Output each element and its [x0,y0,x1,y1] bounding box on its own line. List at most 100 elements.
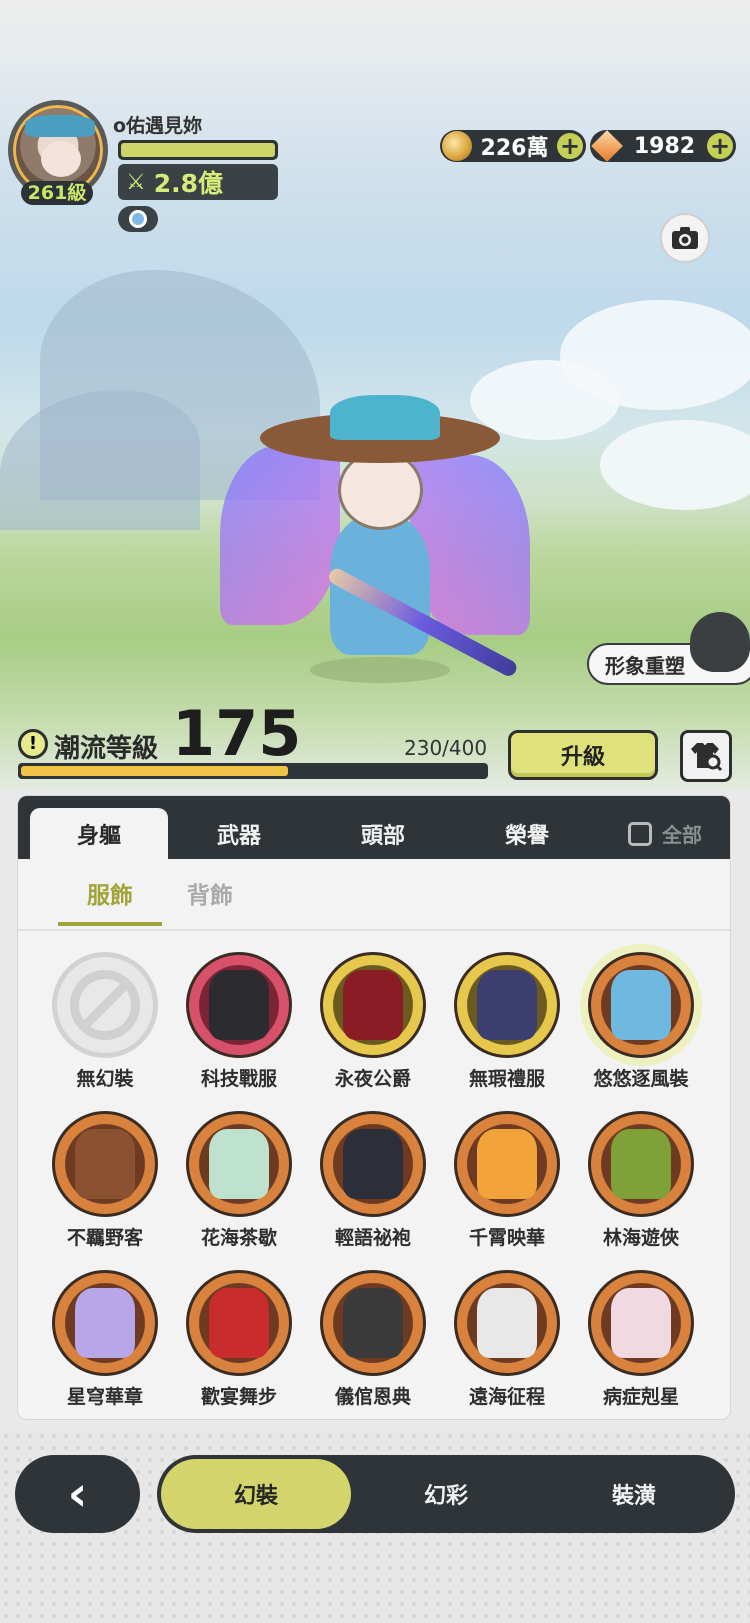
tab-honor[interactable]: 榮譽 [458,808,596,859]
outfit-icon-frame[interactable] [588,1111,694,1217]
back-button[interactable]: ‹ [15,1455,140,1533]
mode-tab-dye[interactable]: 幻彩 [351,1459,541,1529]
outfit-label: 林海遊俠 [602,1227,679,1249]
coin-currency: 226萬 + [440,130,586,162]
outfit-icon-frame[interactable] [588,1270,694,1376]
show-all-toggle[interactable]: 全部 [628,808,702,859]
subtab-divider [18,929,730,931]
outfit-icon [343,970,403,1040]
outfit-icon-frame[interactable] [454,1111,560,1217]
crossed-swords-icon: ⚔ [126,169,146,195]
player-level-badge: 261級 [21,181,93,205]
trend-level-label: 潮流等級 [54,734,159,764]
outfit-icon-frame[interactable] [186,1111,292,1217]
avatar-hat [25,115,95,137]
outfit-icon-frame[interactable] [588,952,694,1058]
mode-tab-outfit[interactable]: 幻裝 [161,1459,351,1529]
category-tabs: 身軀 武器 頭部 榮譽 全部 [18,796,730,859]
no-outfit-slot[interactable] [52,952,158,1058]
outfit-item[interactable]: 儀倌恩典 [306,1264,440,1414]
mountain-shape [0,390,200,530]
avatar-face [41,141,81,177]
show-all-label: 全部 [662,823,702,847]
character-hat-top [330,395,440,440]
outfit-item[interactable]: 千霄映華 [440,1105,574,1255]
combat-power: ⚔ 2.8億 [118,164,278,200]
trend-level-value: 175 [172,697,302,770]
cat-mascot[interactable] [690,612,750,672]
mode-switcher: 幻裝 幻彩 裝潢 [157,1455,735,1533]
alert-icon[interactable]: ! [18,729,48,759]
outfit-item[interactable]: 林海遊俠 [574,1105,708,1255]
tab-head[interactable]: 頭部 [314,808,452,859]
outfit-icon-frame[interactable] [52,1270,158,1376]
outfit-item[interactable]: 悠悠逐風裝 [574,946,708,1096]
outfit-label: 永夜公爵 [334,1068,411,1090]
outfit-icon-frame[interactable] [52,1111,158,1217]
outfit-item[interactable]: 輕語祕袍 [306,1105,440,1255]
gem-currency: 1982 + [590,130,736,162]
outfit-icon [75,1129,135,1199]
character-model[interactable] [210,395,540,695]
outfit-label: 歡宴舞步 [200,1386,277,1408]
outfit-icon [343,1129,403,1199]
outfit-icon-frame[interactable] [320,952,426,1058]
status-badge[interactable] [118,206,158,232]
outfit-item[interactable]: 科技戰服 [172,946,306,1096]
upgrade-button[interactable]: 升級 [508,730,658,780]
outfit-item[interactable]: 星穹華章 [38,1264,172,1414]
outfit-item[interactable]: 無幻裝 [38,946,172,1096]
left-wing [220,445,340,625]
outfit-icon [477,1129,537,1199]
outfit-icon-frame[interactable] [186,1270,292,1376]
outfit-item[interactable]: 病症剋星 [574,1264,708,1414]
character-shadow [310,657,450,683]
add-coin-button[interactable]: + [557,133,583,159]
back-chevron-icon: ‹ [67,1466,88,1522]
prohibited-icon [70,970,140,1040]
outfit-icon [611,1129,671,1199]
outfit-icon-frame[interactable] [320,1111,426,1217]
gem-value: 1982 [633,133,696,159]
outfit-label: 輕語祕袍 [334,1227,411,1249]
outfit-label: 科技戰服 [200,1068,277,1090]
outfit-label: 儀倌恩典 [334,1386,411,1408]
outfit-item[interactable]: 永夜公爵 [306,946,440,1096]
camera-button[interactable] [660,213,710,263]
outfit-icon-frame[interactable] [186,952,292,1058]
mode-tab-decor[interactable]: 裝潢 [539,1459,729,1529]
show-all-checkbox[interactable] [628,821,652,846]
outfit-icon [209,970,269,1040]
outfit-label: 花海茶歇 [200,1227,277,1249]
exp-bar [118,140,278,160]
subtab-back-accessory[interactable]: 背飾 [158,876,262,926]
outfit-label: 不羈野客 [66,1227,143,1249]
outfit-item[interactable]: 花海茶歇 [172,1105,306,1255]
camera-icon [672,227,698,249]
tab-weapon[interactable]: 武器 [170,808,308,859]
outfit-panel: 身軀 武器 頭部 榮譽 全部 服飾 背飾 無幻裝 科技戰服 永夜公爵 無瑕禮服 悠悠逐風… [17,795,731,1420]
coin-icon [442,131,472,161]
trend-progress-fill [21,766,288,776]
outfit-icon [477,970,537,1040]
outfit-icon-frame[interactable] [454,952,560,1058]
status-badge-icon [129,210,147,228]
gem-icon [591,130,623,162]
outfit-item[interactable]: 不羈野客 [38,1105,172,1255]
outfit-item[interactable]: 無瑕禮服 [440,946,574,1096]
outfit-icon [343,1288,403,1358]
outfit-icon [611,970,671,1040]
outfit-label: 悠悠逐風裝 [593,1068,689,1090]
coin-value: 226萬 [480,136,549,161]
subtab-clothing[interactable]: 服飾 [58,876,162,926]
outfit-item[interactable]: 遠海征程 [440,1264,574,1414]
outfit-search-button[interactable] [680,730,732,782]
outfit-icon-frame[interactable] [320,1270,426,1376]
outfit-item[interactable]: 歡宴舞步 [172,1264,306,1414]
outfit-icon [209,1288,269,1358]
outfit-icon-frame[interactable] [454,1270,560,1376]
tab-body[interactable]: 身軀 [30,808,168,859]
add-gem-button[interactable]: + [707,133,733,159]
combat-power-value: 2.8億 [153,169,224,198]
trend-progress-text: 230/400 [404,736,488,760]
